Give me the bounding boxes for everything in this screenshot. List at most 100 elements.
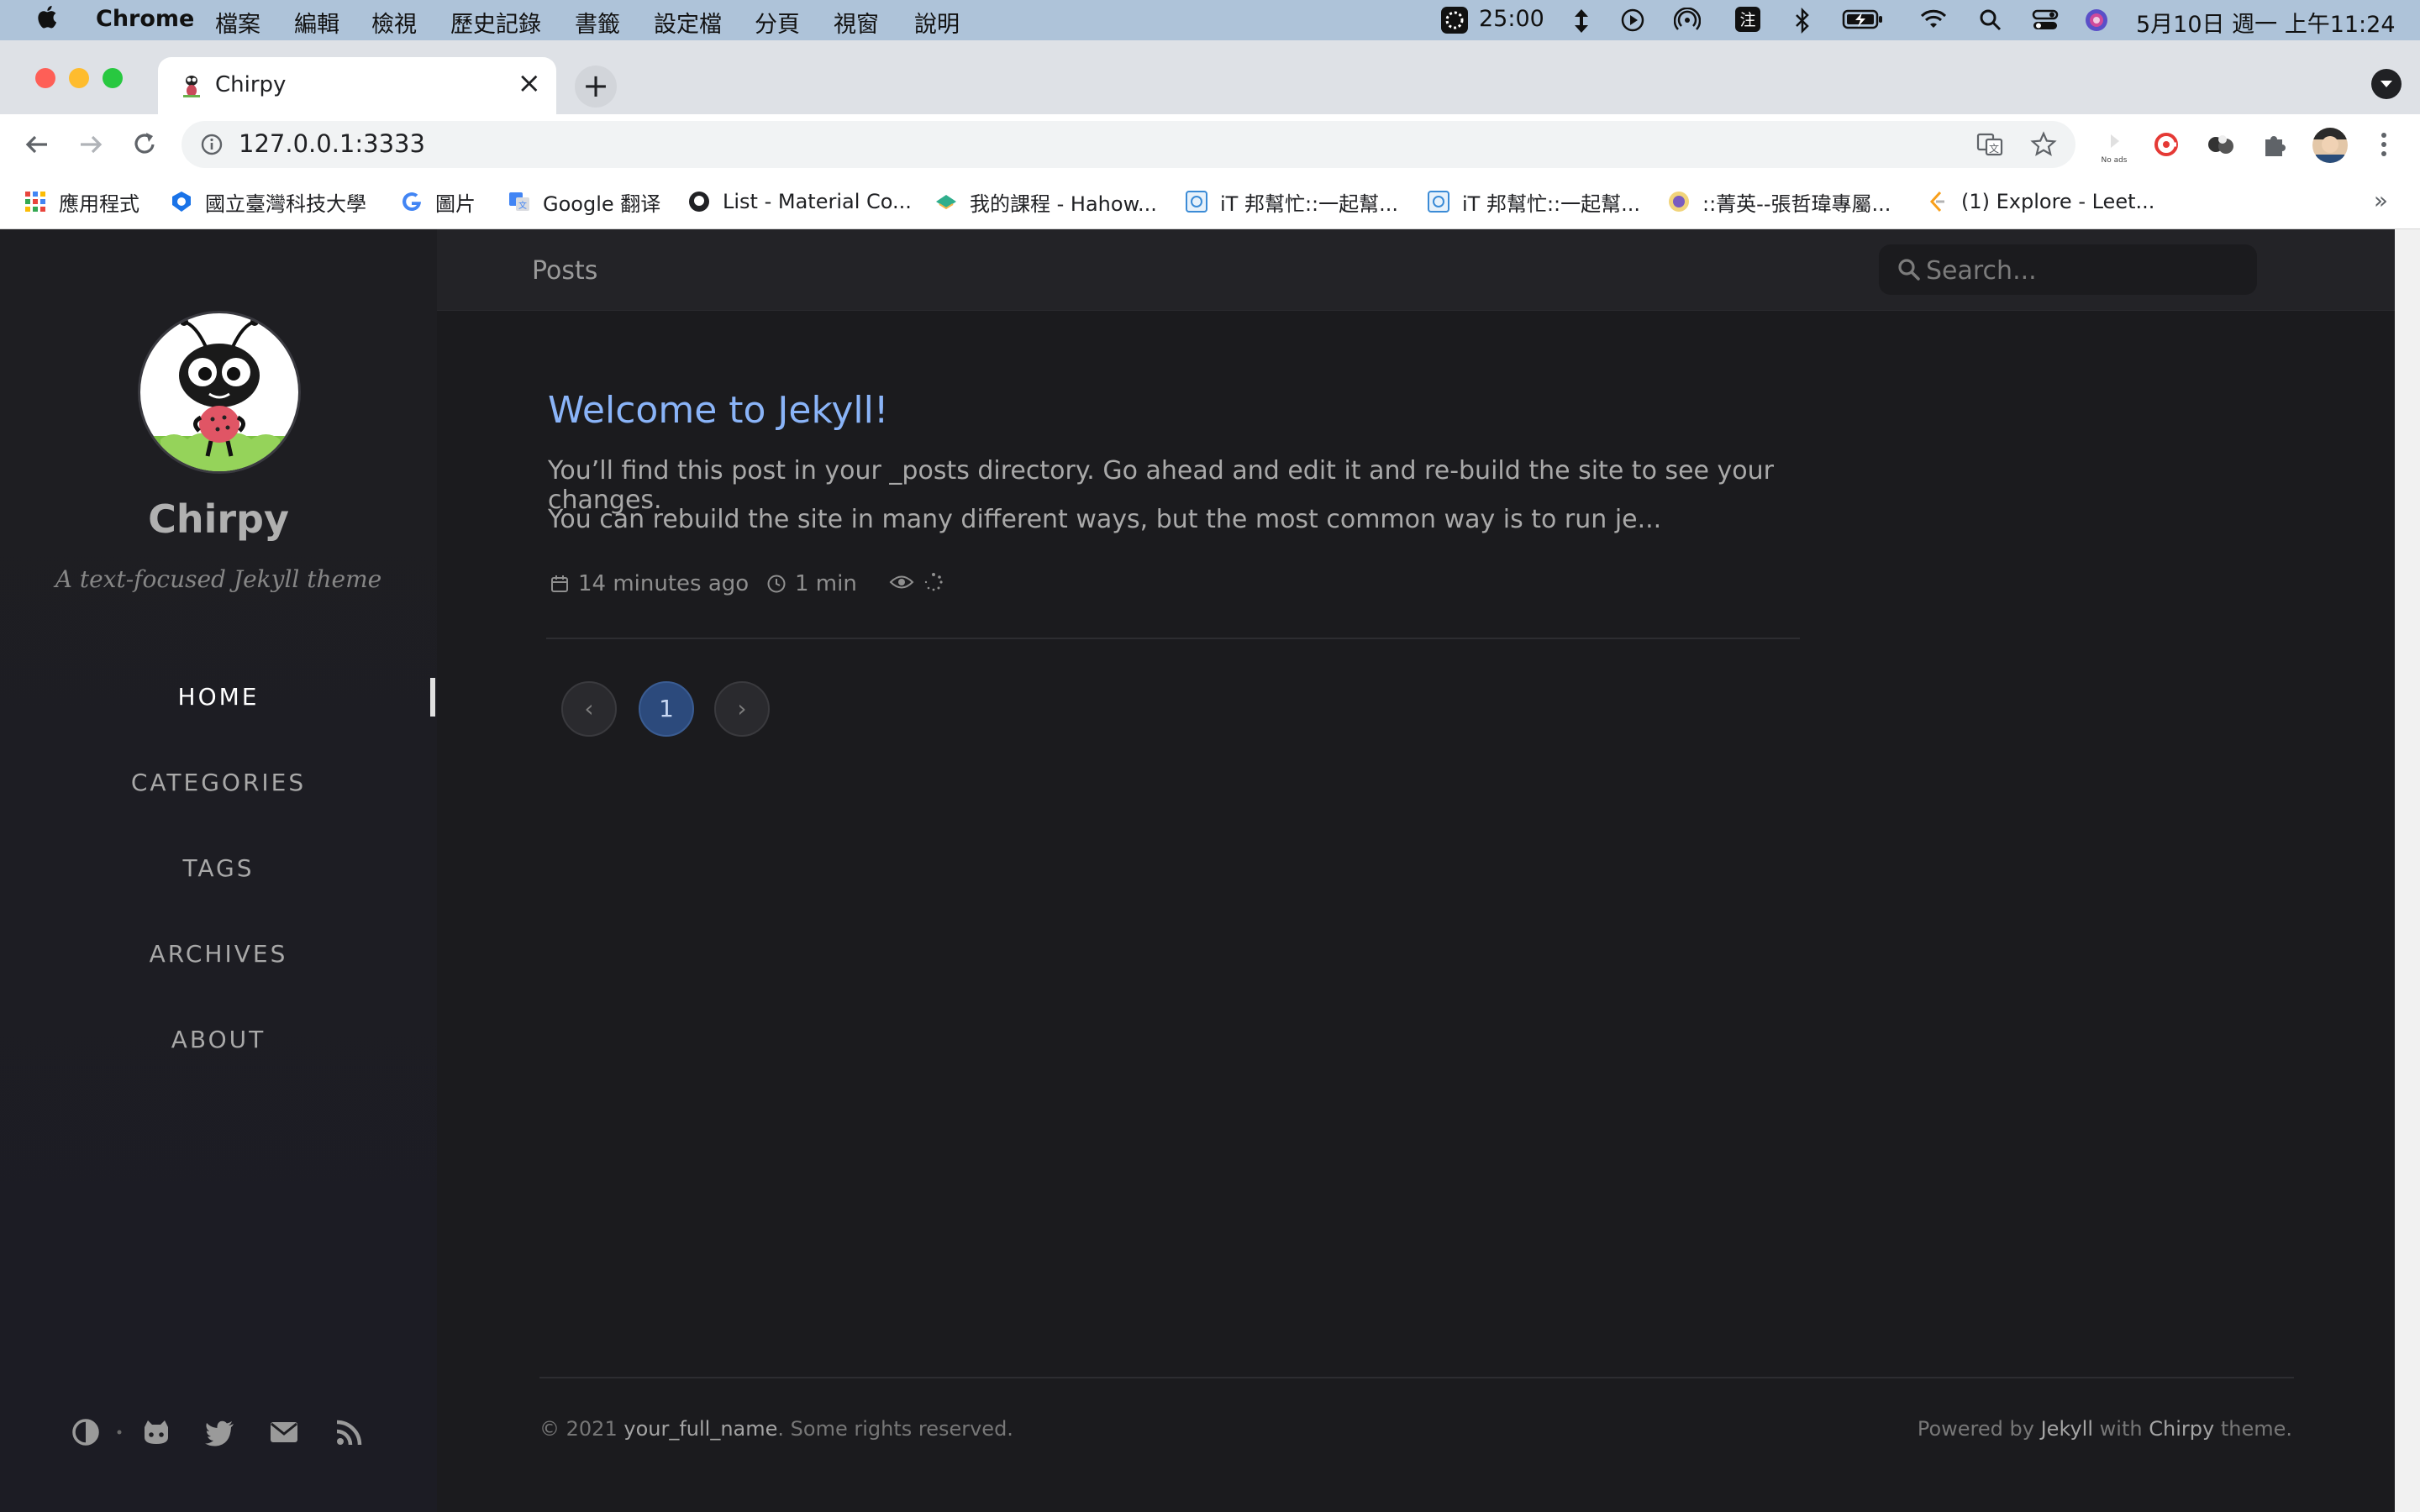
menu-history[interactable]: 歷史記錄 [450,6,541,39]
new-tab-button[interactable]: + [575,66,617,108]
wifi-icon[interactable] [1919,8,1948,31]
more-bookmarks-button[interactable]: » [2374,186,2388,214]
menu-view[interactable]: 檢視 [371,6,417,39]
breadcrumb: Posts [532,256,598,286]
bookmark-item[interactable]: iT 邦幫忙::一起幫... [1427,185,1640,218]
github-icon[interactable] [139,1415,173,1449]
chevron-down-icon [2381,81,2392,87]
forward-button[interactable] [72,126,109,163]
browser-tab-chirpy[interactable]: Chirpy × [158,57,556,114]
siri-icon[interactable] [2084,8,2109,33]
pagination-page-1[interactable]: 1 [639,681,694,737]
footer-divider [539,1377,2294,1378]
translate-icon[interactable]: 文 [1976,131,2003,158]
input-method-icon[interactable]: 注 [1734,6,1761,33]
no-ads-extension-button[interactable]: No ads [2097,131,2131,165]
theme-toggle-icon[interactable] [69,1415,103,1449]
timer-app-icon[interactable] [1440,6,1469,34]
author-link[interactable]: your_full_name [623,1417,777,1441]
loading-spinner-icon [924,573,943,591]
post-excerpt-line: You can rebuild the site in many differe… [548,505,1662,534]
spotlight-search-icon[interactable] [1978,8,2002,33]
rss-icon[interactable] [333,1415,366,1449]
search-box[interactable] [1879,244,2257,295]
battery-icon[interactable] [1842,8,1884,31]
search-icon [1898,259,1920,281]
chirpy-link[interactable]: Chirpy [2149,1417,2214,1441]
grammarly-extension-icon[interactable] [2151,129,2181,160]
pagination-next-button[interactable]: › [714,681,770,737]
menu-window[interactable]: 視窗 [834,6,879,39]
menu-help[interactable]: 說明 [914,6,960,39]
svg-text:注: 注 [1739,11,1755,29]
bookmark-item[interactable]: 國立臺灣科技大學 [170,185,366,218]
avatar[interactable] [138,311,301,474]
menu-profiles[interactable]: 設定檔 [654,6,722,39]
post-read-time-text: 1 min [795,571,857,596]
twitter-icon[interactable] [203,1415,237,1449]
bookmark-item[interactable]: 我的課程 - Hahow... [934,185,1157,218]
bookmark-label: List - Material Co... [723,190,912,213]
nav-categories[interactable]: CATEGORIES [0,769,437,796]
bookmark-item[interactable]: 應用程式 [24,185,139,218]
play-circle-icon[interactable] [1620,8,1645,33]
bluetooth-icon[interactable] [1793,8,1812,34]
post-title-link[interactable]: Welcome to Jekyll! [548,389,889,432]
bookmark-label: ::菁英--張哲瑋專屬... [1702,192,1891,216]
address-bar[interactable]: 127.0.0.1:3333 文 [182,121,2075,168]
bookmark-item[interactable]: iT 邦幫忙::一起幫... [1185,185,1398,218]
back-button[interactable] [18,126,55,163]
search-input[interactable] [1924,251,2247,290]
bookmark-item[interactable]: (1) Explore - Leet... [1926,185,2154,218]
bookmark-item[interactable]: List - Material Co... [687,185,912,218]
bookmark-label: 國立臺灣科技大學 [205,192,366,216]
extensions-puzzle-icon[interactable] [2260,129,2291,160]
nav-about[interactable]: ABOUT [0,1026,437,1053]
menu-file[interactable]: 檔案 [215,6,260,39]
separator-dot [117,1430,122,1435]
menubar-clock[interactable]: 5月10日 週一 上午11:24 [2136,6,2396,39]
timer-readout[interactable]: 25:00 [1479,6,1544,32]
reload-button[interactable] [126,126,163,163]
chrome-menu-icon[interactable] [2370,129,2398,160]
menu-tab[interactable]: 分頁 [755,6,800,39]
window-minimize-button[interactable] [69,68,89,88]
pagination-prev-button[interactable]: ‹ [561,681,617,737]
site-title[interactable]: Chirpy [0,496,437,542]
nav-home[interactable]: HOME [0,683,437,711]
site-info-icon[interactable] [200,133,224,156]
airdrop-icon[interactable] [1674,8,1701,33]
profile-avatar[interactable] [2312,128,2348,163]
menu-bookmarks[interactable]: 書籤 [575,6,620,39]
tab-search-button[interactable] [2371,69,2402,99]
ithome-icon [1186,191,1207,213]
with-text: with [2099,1417,2143,1441]
menu-app-name[interactable]: Chrome [96,6,194,32]
no-ads-icon [2111,134,2119,148]
tab-close-icon[interactable]: × [518,69,542,97]
bookmark-label: iT 邦幫忙::一起幫... [1462,192,1641,216]
bookmarks-bar: 應用程式 國立臺灣科技大學 圖片 文 Google 翻译 List - Mate… [0,175,2420,229]
window-zoom-button[interactable] [103,68,123,88]
rights-text: . Some rights reserved. [777,1417,1013,1441]
calendar-icon [551,575,568,592]
url-text[interactable]: 127.0.0.1:3333 [239,129,425,158]
bookmark-item[interactable]: 文 Google 翻译 [508,185,660,218]
page-scrollbar[interactable] [2395,229,2420,1512]
sort-arrows-icon[interactable] [1573,8,1590,34]
nav-archives[interactable]: ARCHIVES [0,940,437,968]
jekyll-link[interactable]: Jekyll [2041,1417,2093,1441]
email-icon[interactable] [267,1415,301,1449]
nav-tags[interactable]: TAGS [0,854,437,882]
leetcode-icon [1929,191,1944,213]
clock-icon [767,575,786,593]
bookmark-star-icon[interactable] [2030,131,2057,158]
bookmark-item[interactable]: ::菁英--張哲瑋專屬... [1667,185,1891,218]
control-center-icon[interactable] [2032,8,2059,33]
apple-logo-icon[interactable] [35,4,57,29]
google-g-icon [402,192,421,212]
bookmark-item[interactable]: 圖片 [400,185,476,218]
balls-extension-icon[interactable] [2205,129,2237,160]
window-close-button[interactable] [35,68,55,88]
menu-edit[interactable]: 編輯 [294,6,339,39]
